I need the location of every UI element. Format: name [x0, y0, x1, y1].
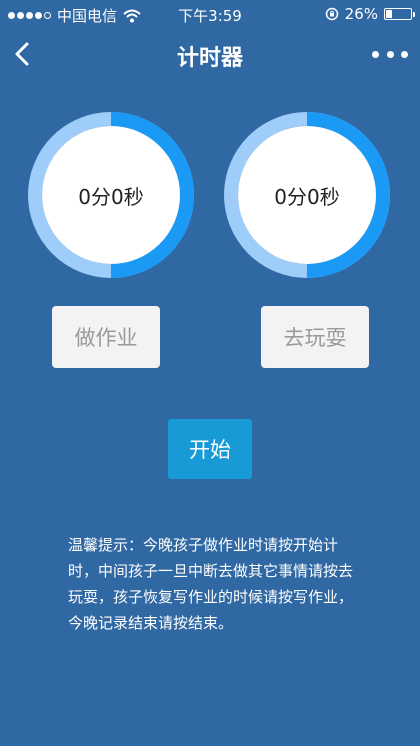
- more-button[interactable]: [372, 42, 408, 66]
- orientation-lock-icon: [325, 7, 338, 21]
- homework-timer: 0分0秒: [26, 110, 196, 280]
- battery-percent: 26%: [344, 5, 378, 23]
- page-title: 计时器: [176, 46, 243, 71]
- more-dot: [386, 50, 394, 58]
- more-dot: [372, 50, 379, 58]
- tips-text: 温馨提示：今晚孩子做作业时请按开始计时，中间孩子一旦中断去做其它事情请按去玩耍，…: [68, 536, 354, 632]
- start-button[interactable]: 开始: [168, 419, 252, 479]
- battery-icon: [384, 8, 415, 20]
- battery-fill: [386, 10, 393, 18]
- play-timer: 0分0秒: [222, 110, 392, 280]
- homework-button[interactable]: 做作业: [52, 306, 160, 368]
- homework-timer-value: 0分0秒: [78, 184, 144, 209]
- status-bar: 中国电信 下午3:59 26%: [0, 0, 420, 28]
- nav-bar: 计时器: [0, 28, 420, 80]
- more-dot: [401, 50, 408, 58]
- play-button[interactable]: 去玩耍: [261, 306, 369, 368]
- play-timer-value: 0分0秒: [274, 184, 340, 209]
- status-right: 26%: [325, 5, 415, 23]
